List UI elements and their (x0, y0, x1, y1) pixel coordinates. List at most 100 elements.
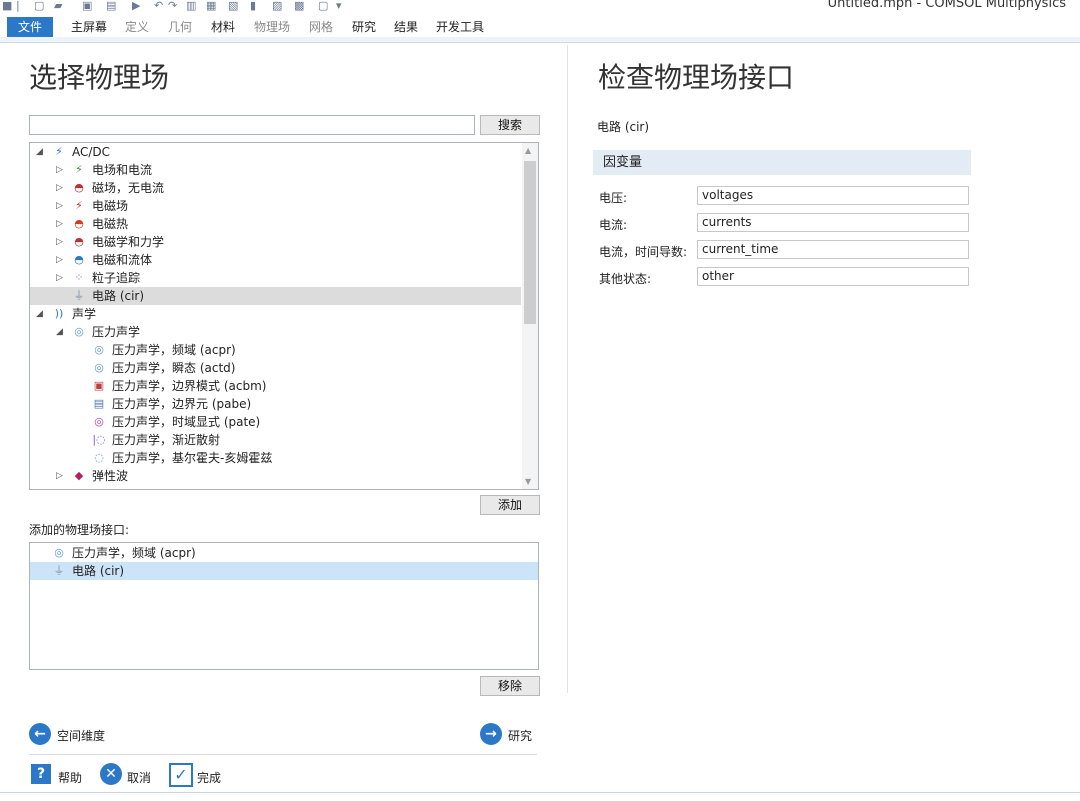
particle-tracing-icon: ⁘ (74, 271, 84, 284)
tree-item[interactable]: ◎ 压力声学，频域 (acpr) (30, 341, 521, 359)
list-item[interactable]: ◎ 压力声学，频域 (acpr) (30, 544, 538, 562)
tree-item[interactable]: ▣ 压力声学，边界模式 (acbm) (30, 377, 521, 395)
tree-item[interactable]: ▷ ◓ 电磁学和力学 (30, 233, 521, 251)
open-icon[interactable]: ▰ (54, 0, 62, 12)
new-icon[interactable]: ▢ (34, 0, 44, 12)
copy-icon[interactable]: ▥ (186, 0, 196, 12)
tab-materials[interactable]: 材料 (211, 17, 235, 37)
magnetic-no-current-icon: ◓ (74, 181, 84, 194)
tree-item[interactable]: ▷ ⚡ 电磁场 (30, 197, 521, 215)
add-button[interactable]: 添加 (480, 495, 540, 515)
done-check-icon[interactable]: ✓ (169, 763, 193, 787)
tree-item[interactable]: ▷ ⚡ 电场和电流 (30, 161, 521, 179)
app-icon: ■ (2, 0, 13, 12)
expand-toggle-icon[interactable]: ▷ (56, 197, 63, 215)
tree-item[interactable]: ▷ ◓ 电磁和流体 (30, 251, 521, 269)
tab-developer[interactable]: 开发工具 (436, 17, 484, 37)
expand-toggle-icon[interactable]: ▷ (56, 215, 63, 233)
tree-item[interactable]: ◎ 压力声学，瞬态 (actd) (30, 359, 521, 377)
tree-item[interactable]: ◎ 压力声学，时域显式 (pate) (30, 413, 521, 431)
interface-name: 电路 (cir) (597, 120, 650, 134)
scroll-down-icon[interactable]: ▼ (525, 477, 531, 486)
voltage-field[interactable]: voltages (697, 186, 969, 205)
list-item-selected[interactable]: ⏚ 电路 (cir) (30, 562, 538, 580)
electromagnetic-heating-icon: ◓ (74, 217, 84, 230)
done-button-label[interactable]: 完成 (197, 769, 221, 786)
redo-icon[interactable]: ↷ (168, 0, 177, 12)
tree-item[interactable]: ▷ ◓ 磁场，无电流 (30, 179, 521, 197)
save-as-icon[interactable]: ▤ (106, 0, 116, 12)
windows-icon[interactable]: ▢ (318, 0, 328, 12)
current-time-derivative-field[interactable]: current_time (697, 240, 969, 259)
expand-toggle-icon[interactable]: ▷ (56, 251, 63, 269)
expand-toggle-icon[interactable]: ▷ (56, 179, 63, 197)
other-states-field[interactable]: other (697, 267, 969, 286)
current-time-derivative-label: 电流，时间导数: (599, 245, 688, 259)
clear-icon[interactable]: ▩ (294, 0, 304, 12)
duplicate-icon[interactable]: ▧ (228, 0, 238, 12)
undo-icon[interactable]: ↶ (154, 0, 163, 12)
next-arrow-icon[interactable]: → (480, 723, 502, 745)
expand-toggle-icon[interactable]: ▷ (56, 467, 63, 485)
cancel-button-label[interactable]: 取消 (127, 769, 151, 786)
search-input[interactable] (29, 115, 475, 135)
tree-item[interactable]: ◢)) 声学 (30, 305, 521, 323)
search-button[interactable]: 搜索 (480, 115, 540, 135)
expand-toggle-icon[interactable]: ▷ (56, 269, 63, 287)
run-icon[interactable]: ▶ (132, 0, 140, 12)
physics-tree[interactable]: ◢ ⚡ AC/DC ▷ ⚡ 电场和电流 ▷ ◓ 磁场，无电流 ▷ ⚡ 电磁场 ▷ ◓ 电磁热 ▷ ◓ 电磁学和力学… (29, 142, 539, 490)
scroll-up-icon[interactable]: ▲ (525, 146, 531, 155)
paste-icon[interactable]: ▦ (206, 0, 216, 12)
back-button-label[interactable]: 空间维度 (57, 727, 105, 744)
tree-item[interactable]: ▷ ⁘ 粒子追踪 (30, 269, 521, 287)
collapse-toggle-icon[interactable]: ◢ (36, 305, 43, 323)
remove-button[interactable]: 移除 (480, 676, 540, 696)
customize-icon[interactable]: ▾ (336, 0, 342, 12)
help-icon[interactable]: ? (31, 764, 51, 784)
collapse-toggle-icon[interactable]: ◢ (56, 323, 63, 341)
next-button-label[interactable]: 研究 (508, 727, 532, 744)
electric-currents-icon: ⚡ (75, 163, 83, 176)
tree-item-label: 压力声学 (92, 325, 141, 339)
tree-item-label: 电磁场 (92, 199, 129, 213)
tree-item[interactable]: ◢ ◎ 压力声学 (30, 323, 521, 341)
tree-item[interactable]: |◌ 压力声学，渐近散射 (30, 431, 521, 449)
tree-item[interactable]: ▷ ◓ 电磁热 (30, 215, 521, 233)
panel-separator (567, 45, 568, 693)
tree-item-label: 声学 (72, 307, 97, 321)
tab-mesh[interactable]: 网格 (309, 17, 333, 37)
section-header-dependent-variables[interactable]: 因变量 (593, 150, 971, 175)
delete-icon[interactable]: ▮ (250, 0, 256, 12)
review-physics-heading: 检查物理场接口 (598, 61, 795, 94)
tab-home[interactable]: 主屏幕 (71, 17, 107, 37)
tree-item[interactable]: ◌ 压力声学，基尔霍夫-亥姆霍兹 (30, 449, 521, 467)
tab-file[interactable]: 文件 (7, 17, 53, 37)
tree-item-selected[interactable]: ⏚ 电路 (cir) (30, 287, 521, 305)
expand-toggle-icon[interactable]: ▷ (56, 161, 63, 179)
tree-scrollbar[interactable]: ▲ ▼ (522, 143, 538, 489)
electrical-circuit-icon: ⏚ (53, 564, 65, 577)
back-arrow-icon[interactable]: ← (29, 723, 51, 745)
pressure-acoustics-icon: ◎ (74, 325, 84, 338)
filter-icon[interactable]: ▨ (272, 0, 282, 12)
tab-definitions[interactable]: 定义 (125, 17, 149, 37)
tab-study[interactable]: 研究 (352, 17, 376, 37)
added-interfaces-list[interactable]: ◎ 压力声学，频域 (acpr) ⏚ 电路 (cir) (29, 542, 539, 670)
save-icon[interactable]: ▣ (82, 0, 92, 12)
current-field[interactable]: currents (697, 213, 969, 232)
help-button-label[interactable]: 帮助 (58, 769, 82, 786)
list-item-label: 电路 (cir) (72, 564, 125, 578)
tree-item-label: 压力声学，基尔霍夫-亥姆霍兹 (112, 451, 273, 465)
tree-item[interactable]: ▷ ◆ 弹性波 (30, 467, 521, 485)
scrollbar-thumb[interactable] (524, 161, 536, 324)
tab-physics[interactable]: 物理场 (254, 17, 290, 37)
tree-item[interactable]: ▤ 压力声学，边界元 (pabe) (30, 395, 521, 413)
collapse-toggle-icon[interactable]: ◢ (36, 143, 43, 161)
expand-toggle-icon[interactable]: ▷ (56, 233, 63, 251)
electromagnetics-fluid-icon: ◓ (74, 253, 84, 266)
tab-results[interactable]: 结果 (394, 17, 418, 37)
tree-item[interactable]: ◢ ⚡ AC/DC (30, 143, 521, 161)
tree-item-label: 电场和电流 (92, 163, 153, 177)
tab-geometry[interactable]: 几何 (168, 17, 192, 37)
cancel-icon[interactable]: ✕ (100, 763, 122, 785)
